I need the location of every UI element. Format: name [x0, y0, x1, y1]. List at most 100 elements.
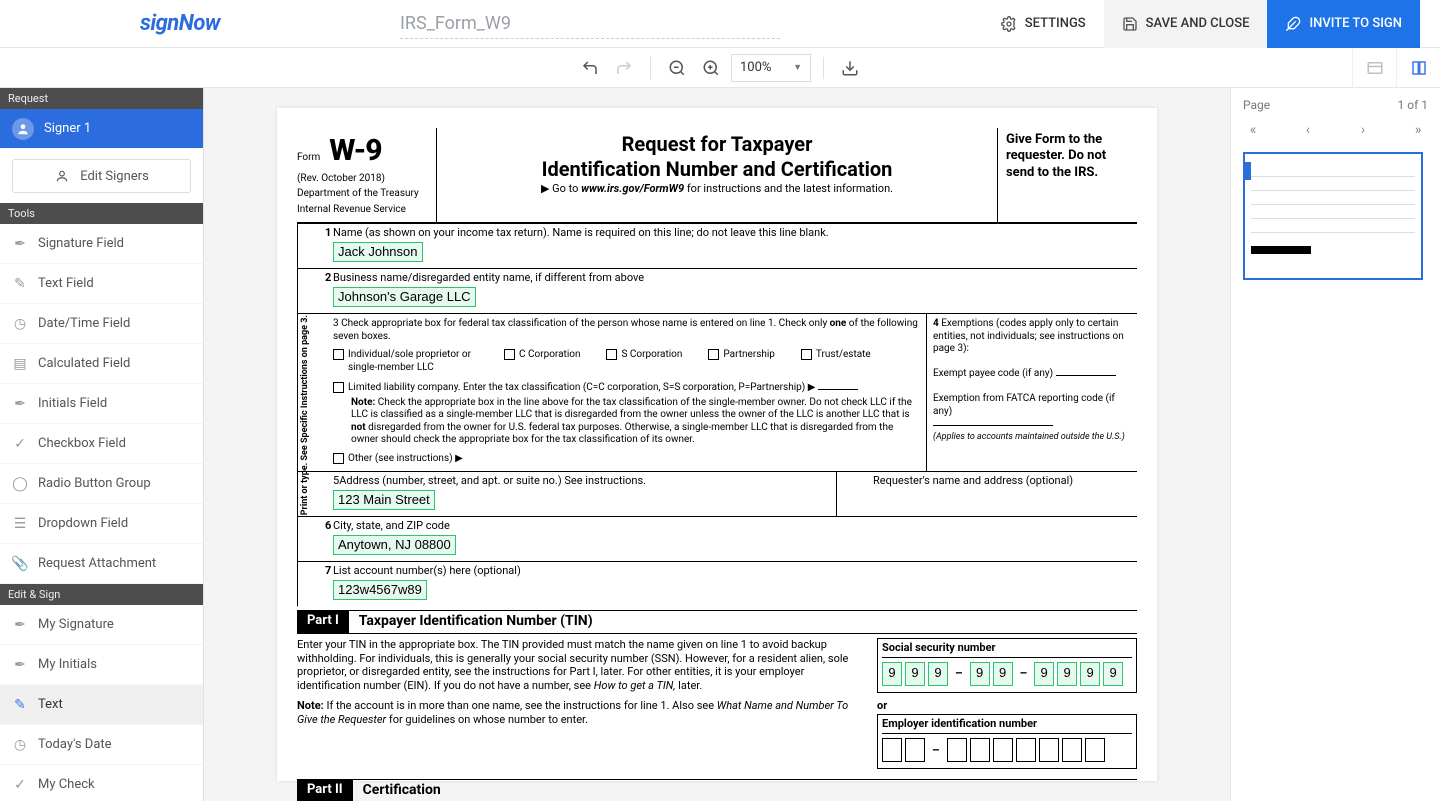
- invite-to-sign-button[interactable]: INVITE TO SIGN: [1267, 0, 1420, 48]
- chk-other[interactable]: Other (see instructions) ▶: [333, 453, 918, 466]
- ein-digit[interactable]: [1085, 738, 1105, 762]
- ssn-digit[interactable]: 9: [1080, 662, 1100, 686]
- tool-label: Request Attachment: [38, 556, 156, 571]
- zoom-select[interactable]: 100%▼: [731, 54, 811, 82]
- ein-digit[interactable]: [882, 738, 902, 762]
- initials-icon: ✒: [12, 396, 28, 412]
- ssn-digit[interactable]: 9: [1057, 662, 1077, 686]
- tool-date-field[interactable]: ◷Date/Time Field: [0, 304, 203, 344]
- thumbnail-preview: [1251, 160, 1415, 272]
- or-text: or: [877, 699, 1137, 713]
- ein-digit[interactable]: [1039, 738, 1059, 762]
- ssn-digits[interactable]: 9 9 9 – 9 9 – 9 9 9 9: [882, 662, 1132, 686]
- page-label: Page: [1243, 98, 1270, 112]
- chk-ccorp[interactable]: C Corporation: [504, 349, 580, 374]
- prev-page-button[interactable]: ‹: [1298, 122, 1318, 138]
- first-page-button[interactable]: «: [1243, 122, 1263, 138]
- tool-text-field[interactable]: ✎Text Field: [0, 264, 203, 304]
- form-header-left: Form W-9 (Rev. October 2018) Department …: [297, 128, 437, 222]
- thumbnails-button[interactable]: [1396, 48, 1440, 88]
- zoom-out-button[interactable]: [663, 54, 691, 82]
- chk-label: Individual/sole proprietor or single-mem…: [348, 349, 478, 374]
- settings-button[interactable]: SETTINGS: [983, 0, 1104, 48]
- ein-digit[interactable]: [947, 738, 967, 762]
- document-page[interactable]: Form W-9 (Rev. October 2018) Department …: [277, 108, 1157, 781]
- save-and-close-button[interactable]: SAVE AND CLOSE: [1104, 0, 1268, 48]
- tool-initials-field[interactable]: ✒Initials Field: [0, 384, 203, 424]
- city-state-zip-input[interactable]: Anytown, NJ 08800: [333, 535, 456, 555]
- ssn-digit[interactable]: 9: [1034, 662, 1054, 686]
- ssn-box: Social security number 9 9 9 – 9 9 – 9 9…: [877, 638, 1137, 693]
- last-page-button[interactable]: »: [1408, 122, 1428, 138]
- next-page-button[interactable]: ›: [1353, 122, 1373, 138]
- tool-text[interactable]: ✎Text: [0, 685, 203, 725]
- separator: [823, 57, 824, 79]
- tool-label: Today's Date: [38, 737, 112, 752]
- chk-label: Other (see instructions) ▶: [348, 453, 463, 464]
- tool-my-initials[interactable]: ✒My Initials: [0, 645, 203, 685]
- address-input[interactable]: 123 Main Street: [333, 490, 435, 510]
- ssn-digit[interactable]: 9: [905, 662, 925, 686]
- zoom-value: 100%: [740, 60, 771, 75]
- tool-signature-field[interactable]: ✒Signature Field: [0, 224, 203, 264]
- tool-todays-date[interactable]: ◷ Today's Date: [0, 725, 203, 765]
- form-row-3: 3 Check appropriate box for federal tax …: [297, 314, 927, 471]
- ein-box: Employer identification number –: [877, 714, 1137, 769]
- tool-my-check[interactable]: ✓My Check: [0, 765, 203, 801]
- signer-row[interactable]: Signer 1: [0, 109, 203, 149]
- tool-checkbox-field[interactable]: ✓Checkbox Field: [0, 424, 203, 464]
- page-thumbnail[interactable]: 1: [1243, 152, 1423, 280]
- form-dept1: Department of the Treasury: [297, 188, 419, 199]
- tool-calculated-field[interactable]: ▤ Calculated Field: [0, 344, 203, 384]
- tool-label: Calculated Field: [38, 356, 130, 371]
- clock-icon: ◷: [12, 316, 28, 332]
- feather-icon: [1285, 16, 1301, 32]
- ssn-digit[interactable]: 9: [970, 662, 990, 686]
- ein-digit[interactable]: [970, 738, 990, 762]
- pen-icon: ✒: [12, 617, 28, 633]
- chk-llc[interactable]: Limited liability company. Enter the tax…: [333, 382, 918, 395]
- request-header: Request: [0, 88, 203, 109]
- ein-digit[interactable]: [1062, 738, 1082, 762]
- ssn-digit[interactable]: 9: [928, 662, 948, 686]
- settings-label: SETTINGS: [1025, 16, 1086, 31]
- chk-scorp[interactable]: S Corporation: [606, 349, 682, 374]
- ein-digits[interactable]: –: [882, 738, 1132, 762]
- form-code: W-9: [329, 132, 381, 170]
- name-input[interactable]: Jack Johnson: [333, 242, 423, 262]
- chk-label: Limited liability company. Enter the tax…: [348, 382, 815, 393]
- ssn-digit[interactable]: 9: [993, 662, 1013, 686]
- edit-signers-label: Edit Signers: [80, 169, 149, 184]
- clock-icon: ◷: [12, 737, 28, 753]
- undo-button[interactable]: [576, 54, 604, 82]
- download-button[interactable]: [836, 54, 864, 82]
- tool-radio-group[interactable]: ◯Radio Button Group: [0, 464, 203, 504]
- goto-suffix: for instructions and the latest informat…: [684, 182, 893, 195]
- tool-request-attachment[interactable]: 📎 Request Attachment: [0, 544, 203, 584]
- document-title-input[interactable]: IRS_Form_W9: [400, 9, 780, 39]
- business-name-input[interactable]: Johnson's Garage LLC: [333, 287, 476, 307]
- form-view-button[interactable]: [1352, 48, 1396, 88]
- zoom-in-button[interactable]: [697, 54, 725, 82]
- tool-dropdown-field[interactable]: ☰Dropdown Field: [0, 504, 203, 544]
- part1-header: Part I Taxpayer Identification Number (T…: [297, 610, 1137, 634]
- ssn-digit[interactable]: 9: [1103, 662, 1123, 686]
- separator: [650, 57, 651, 79]
- ein-digit[interactable]: [905, 738, 925, 762]
- chk-trust[interactable]: Trust/estate: [801, 349, 871, 374]
- calc-icon: ▤: [12, 356, 28, 372]
- ssn-digit[interactable]: 9: [882, 662, 902, 686]
- chk-individual[interactable]: Individual/sole proprietor or single-mem…: [333, 349, 478, 374]
- edit-signers-button[interactable]: Edit Signers: [12, 159, 191, 193]
- form-word: Form: [297, 152, 320, 163]
- chk-partnership[interactable]: Partnership: [708, 349, 775, 374]
- ein-digit[interactable]: [1016, 738, 1036, 762]
- form-header-right: Give Form to the requester. Do not send …: [997, 128, 1137, 222]
- document-canvas[interactable]: Form W-9 (Rev. October 2018) Department …: [204, 88, 1230, 801]
- top-bar: signNow IRS_Form_W9 SETTINGS SAVE AND CL…: [0, 0, 1440, 48]
- ein-digit[interactable]: [993, 738, 1013, 762]
- redo-button[interactable]: [610, 54, 638, 82]
- tool-my-signature[interactable]: ✒My Signature: [0, 605, 203, 645]
- paperclip-icon: 📎: [12, 556, 28, 572]
- account-numbers-input[interactable]: 123w4567w89: [333, 580, 427, 600]
